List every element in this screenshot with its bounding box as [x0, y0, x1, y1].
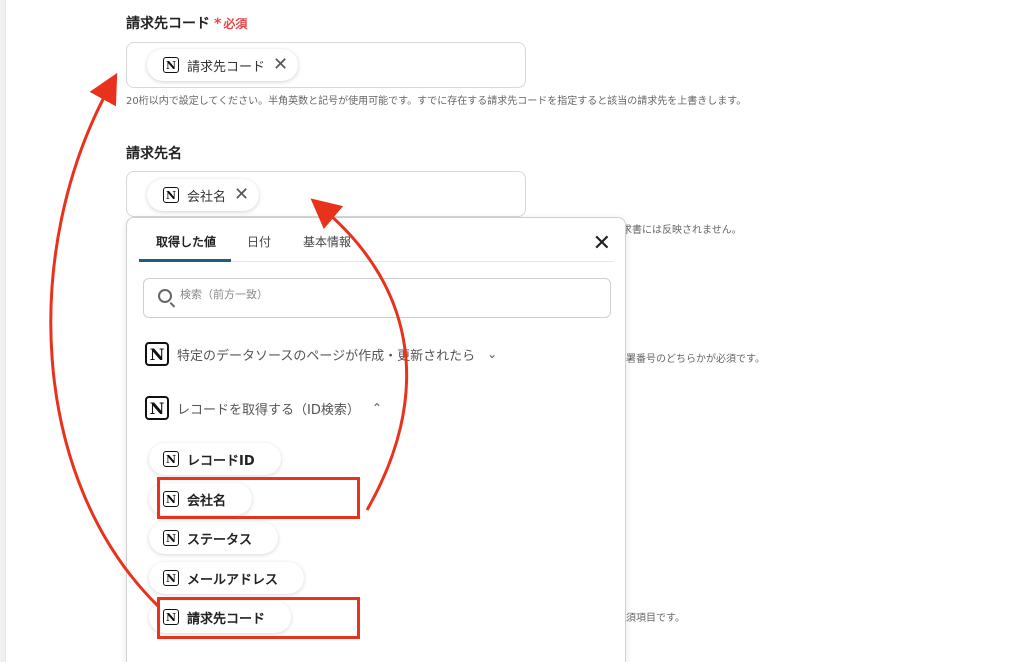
chip-label: 請求先コード	[187, 59, 266, 75]
item-label: メールアドレス	[187, 572, 279, 588]
billing-name-input[interactable]: N 会社名 ✕	[126, 171, 526, 217]
tab-date[interactable]: 日付	[247, 233, 271, 250]
item-label: レコードID	[187, 453, 255, 469]
field3-help: 署番号のどちらかが必須です。	[626, 354, 765, 365]
field4-help: 須項目です。	[626, 613, 685, 624]
popup-tabs: 取得した値 日付 基本情報	[139, 218, 613, 262]
search-box[interactable]	[143, 278, 611, 318]
required-text: 必須	[223, 17, 248, 31]
required-star: *	[214, 16, 222, 32]
billing-code-help: 20桁以内で設定してください。半角英数と記号が使用可能です。すでに存在する請求先…	[126, 96, 747, 107]
billing-code-input[interactable]: N 請求先コード ✕	[126, 42, 526, 88]
tab-basic-info[interactable]: 基本情報	[303, 233, 351, 250]
active-tab-indicator	[139, 259, 231, 262]
list-item-email[interactable]: N メールアドレス	[149, 562, 305, 594]
field-label-billing-code: 請求先コード * 必須	[126, 13, 247, 33]
notion-icon: N	[163, 57, 179, 73]
remove-chip-icon[interactable]: ✕	[273, 56, 288, 74]
close-icon[interactable]: ✕	[593, 233, 611, 255]
search-icon	[158, 289, 172, 303]
value-picker-popup: 取得した値 日付 基本情報 ✕ N 特定のデータソースのページが作成・更新された…	[126, 217, 626, 662]
highlight-billing-code	[157, 597, 360, 639]
billing-name-help: 求書には反映されません。	[622, 225, 742, 236]
notion-icon: N	[163, 570, 179, 586]
required-badge: * 必須	[214, 16, 248, 32]
notion-icon: N	[145, 342, 169, 366]
item-label: ステータス	[187, 532, 253, 548]
notion-icon: N	[163, 530, 179, 546]
notion-icon: N	[163, 187, 179, 203]
chevron-down-icon: ⌄	[487, 347, 498, 361]
section-page-created-updated[interactable]: N 特定のデータソースのページが作成・更新されたら ⌄	[145, 342, 497, 366]
list-item-record-id[interactable]: N レコードID	[149, 443, 281, 475]
section-label: 特定のデータソースのページが作成・更新されたら	[177, 348, 476, 364]
section-label: レコードを取得する（ID検索）	[177, 402, 360, 418]
search-input[interactable]	[180, 288, 580, 301]
tab-acquired-values[interactable]: 取得した値	[156, 233, 216, 250]
remove-chip-icon[interactable]: ✕	[234, 186, 249, 204]
highlight-company-name	[157, 477, 360, 519]
notion-icon: N	[163, 451, 179, 467]
section-get-record[interactable]: N レコードを取得する（ID検索） ⌃	[145, 396, 382, 420]
field-label-billing-name: 請求先名	[126, 146, 182, 162]
company-name-chip[interactable]: N 会社名 ✕	[147, 179, 260, 211]
billing-code-chip[interactable]: N 請求先コード ✕	[147, 49, 299, 81]
field-label-text: 請求先コード	[126, 16, 210, 32]
list-item-status[interactable]: N ステータス	[149, 522, 279, 554]
chip-label: 会社名	[187, 189, 227, 205]
left-rail	[0, 0, 6, 662]
chevron-up-icon: ⌃	[371, 401, 382, 415]
notion-icon: N	[145, 396, 169, 420]
